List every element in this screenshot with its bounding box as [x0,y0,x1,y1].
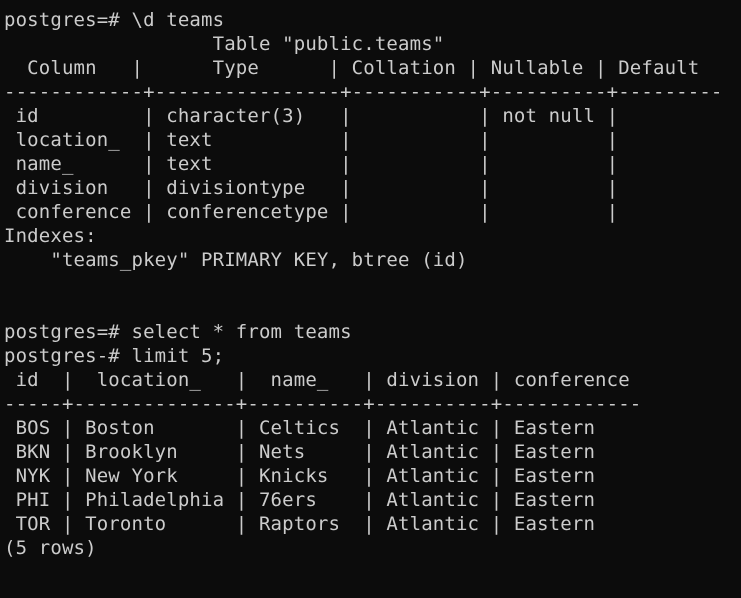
table-title: Table "public.teams" [4,33,445,55]
result-header-row: id | location_ | name_ | division | conf… [4,369,630,391]
schema-row: id | character(3) | | not null | [4,105,619,127]
terminal-window[interactable]: postgres=# \d teams Table "public.teams"… [0,0,741,598]
result-separator: -----+--------------+----------+--------… [4,393,642,415]
prompt-command-line: postgres=# select * from teams [4,321,352,343]
result-row: TOR | Toronto | Raptors | Atlantic | Eas… [4,513,596,535]
result-row: BOS | Boston | Celtics | Atlantic | East… [4,417,596,439]
terminal-output[interactable]: postgres=# \d teams Table "public.teams"… [4,8,723,560]
schema-row: conference | conferencetype | | | [4,201,619,223]
schema-separator: ------------+----------------+----------… [4,81,723,103]
schema-row: name_ | text | | | [4,153,619,175]
result-row: PHI | Philadelphia | 76ers | Atlantic | … [4,489,596,511]
result-row: BKN | Brooklyn | Nets | Atlantic | Easte… [4,441,596,463]
schema-header-row: Column | Type | Collation | Nullable | D… [4,57,700,79]
prompt-command-line: postgres=# \d teams [4,9,225,31]
schema-row: location_ | text | | | [4,129,619,151]
index-entry: "teams_pkey" PRIMARY KEY, btree (id) [4,249,468,271]
indexes-heading: Indexes: [4,225,97,247]
row-count: (5 rows) [4,537,97,559]
prompt-continuation-line: postgres-# limit 5; [4,345,225,367]
schema-row: division | divisiontype | | | [4,177,619,199]
result-row: NYK | New York | Knicks | Atlantic | Eas… [4,465,596,487]
